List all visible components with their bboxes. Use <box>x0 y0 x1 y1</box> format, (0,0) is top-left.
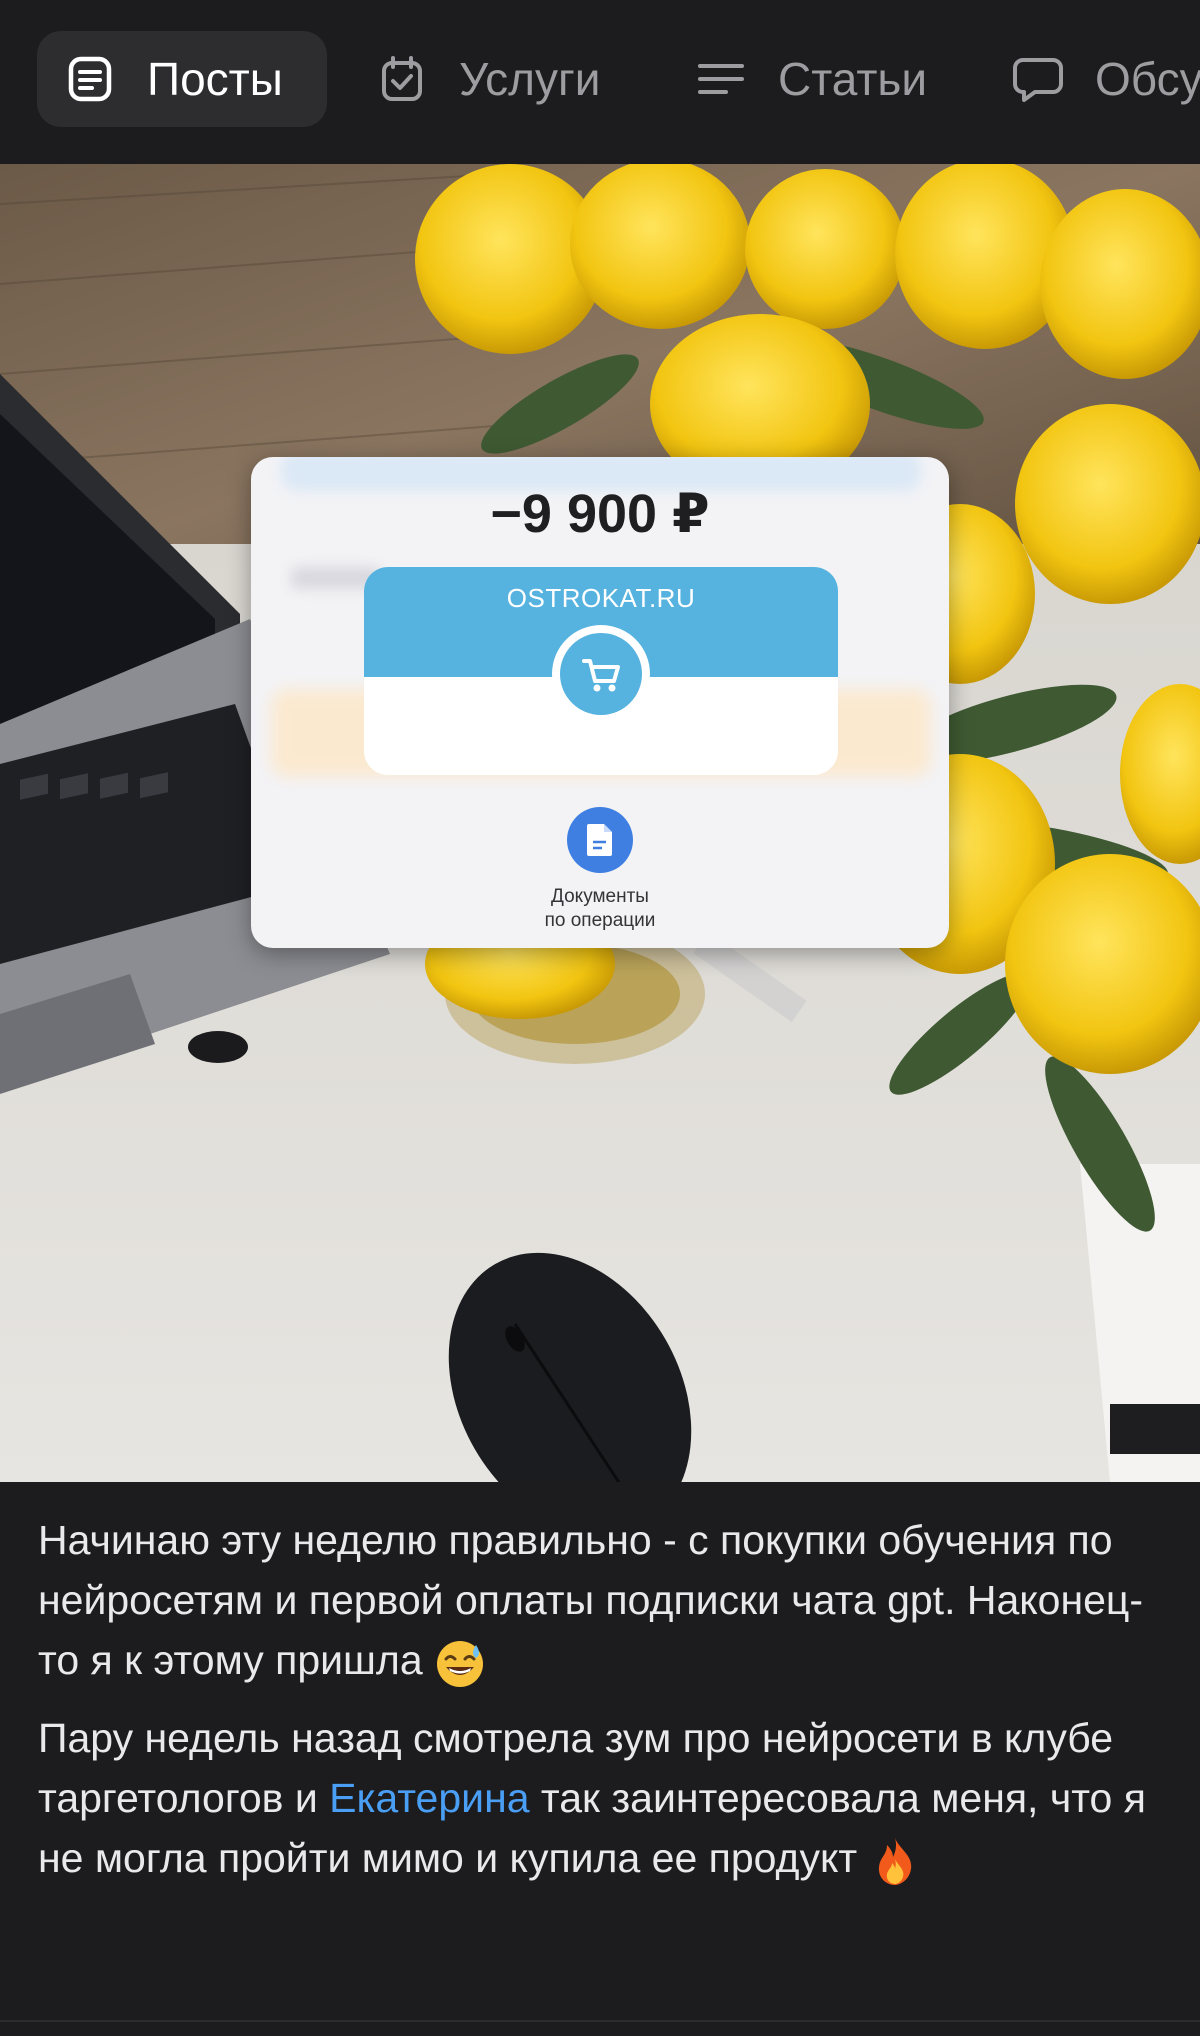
payment-receipt-card: −9 900 ₽ OSTROKAT.RU Документы по операц… <box>251 457 949 948</box>
sweat-smile-emoji <box>437 1641 484 1688</box>
post-paragraph-1: Начинаю эту неделю правильно - с покупки… <box>38 1510 1168 1690</box>
tab-posts[interactable]: Посты <box>37 31 327 127</box>
documents-label: Документы по операции <box>251 885 949 933</box>
post-text: Начинаю эту неделю правильно - с покупки… <box>38 1510 1168 1906</box>
documents-button[interactable] <box>567 807 633 873</box>
fire-emoji <box>878 1838 911 1886</box>
tab-discussions-label: Обсуждения <box>1095 53 1200 105</box>
document-lines-icon <box>65 54 115 104</box>
cart-icon <box>552 625 650 723</box>
chat-bubble-icon <box>1013 54 1063 104</box>
calendar-check-icon <box>377 54 427 104</box>
payment-amount: −9 900 ₽ <box>490 484 710 544</box>
tab-discussions[interactable]: Обсуждения <box>1013 31 1200 127</box>
tab-services-label: Услуги <box>459 53 601 105</box>
post-photo[interactable]: −9 900 ₽ OSTROKAT.RU Документы по операц… <box>0 164 1200 1482</box>
tab-articles[interactable]: Статьи <box>696 31 927 127</box>
documents-label-line2: по операции <box>544 910 656 931</box>
divider <box>0 2020 1200 2022</box>
post-paragraph-2: Пару недель назад смотрела зум про нейро… <box>38 1708 1168 1888</box>
merchant-card: OSTROKAT.RU <box>364 567 838 775</box>
tab-services[interactable]: Услуги <box>377 31 600 127</box>
tab-bar: Посты Услуги Статьи Обсуждения <box>0 0 1200 164</box>
document-icon <box>587 824 612 856</box>
tab-articles-label: Статьи <box>778 53 928 105</box>
merchant-name: OSTROKAT.RU <box>506 583 696 613</box>
mention-link[interactable]: Екатерина <box>329 1775 529 1821</box>
post-paragraph-1-text: Начинаю эту неделю правильно - с покупки… <box>38 1517 1144 1683</box>
text-lines-icon <box>696 54 746 104</box>
documents-label-line1: Документы <box>551 886 649 907</box>
tab-posts-label: Посты <box>147 53 283 105</box>
